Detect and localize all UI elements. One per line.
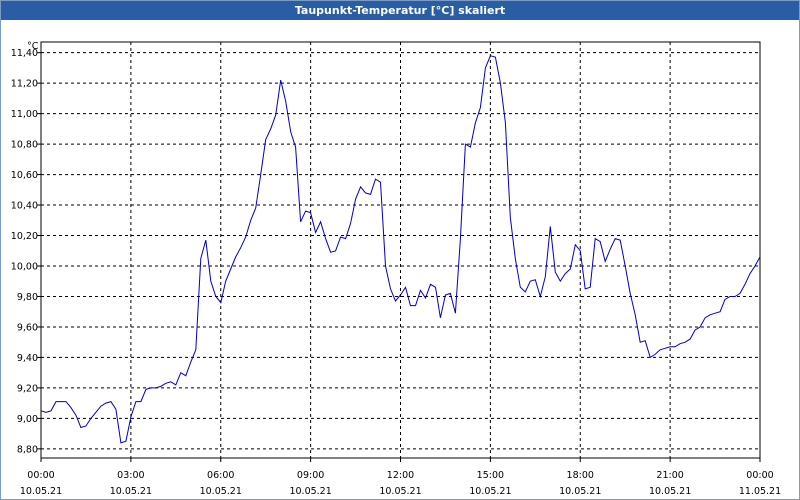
- x-tick-date: 10.05.21: [469, 486, 511, 497]
- y-tick-label: 10,00: [11, 262, 38, 273]
- y-tick-label: 11,00: [11, 109, 38, 120]
- tick-labels: 8,80 9,00 9,20 9,40 9,60 9,80 10,00 10,20 10,40 1…: [11, 41, 781, 497]
- y-tick-label: 8,80: [17, 444, 38, 455]
- x-tick-time: 03:00: [117, 470, 144, 481]
- y-tick-label: 10,20: [11, 231, 38, 242]
- x-tick-date: 11.05.21: [739, 486, 781, 497]
- y-axis-label: °C: [27, 41, 39, 52]
- x-tick-date: 10.05.21: [200, 486, 242, 497]
- x-tick-date: 10.05.21: [649, 486, 691, 497]
- x-tick-time: 12:00: [387, 470, 414, 481]
- y-tick-label: 10,80: [11, 140, 38, 151]
- grid-lines: [41, 42, 760, 458]
- line-chart: 8,80 9,00 9,20 9,40 9,60 9,80 10,00 10,20 10,40 1…: [11, 41, 781, 497]
- chart-window: Taupunkt-Temperatur [°C] skaliert 8,80 9,…: [0, 0, 800, 500]
- y-tick-label: 10,40: [11, 201, 38, 212]
- y-tick-label: 11,20: [11, 79, 38, 90]
- x-tick-time: 00:00: [27, 470, 54, 481]
- y-tick-label: 9,80: [17, 292, 38, 303]
- x-tick-time: 18:00: [567, 470, 594, 481]
- axes: [37, 41, 761, 462]
- x-tick-date: 10.05.21: [20, 486, 62, 497]
- y-tick-label: 9,40: [17, 353, 38, 364]
- x-tick-time: 21:00: [656, 470, 683, 481]
- y-tick-label: 9,20: [17, 383, 38, 394]
- y-tick-label: 9,00: [17, 414, 38, 425]
- x-tick-date: 10.05.21: [379, 486, 421, 497]
- x-tick-time: 15:00: [477, 470, 504, 481]
- x-tick-time: 09:00: [297, 470, 324, 481]
- x-tick-date: 10.05.21: [559, 486, 601, 497]
- y-tick-label: 10,60: [11, 170, 38, 181]
- x-tick-time: 06:00: [207, 470, 234, 481]
- x-tick-date: 10.05.21: [110, 486, 152, 497]
- x-tick-time: 00:00: [746, 470, 773, 481]
- y-tick-label: 9,60: [17, 322, 38, 333]
- x-tick-date: 10.05.21: [289, 486, 331, 497]
